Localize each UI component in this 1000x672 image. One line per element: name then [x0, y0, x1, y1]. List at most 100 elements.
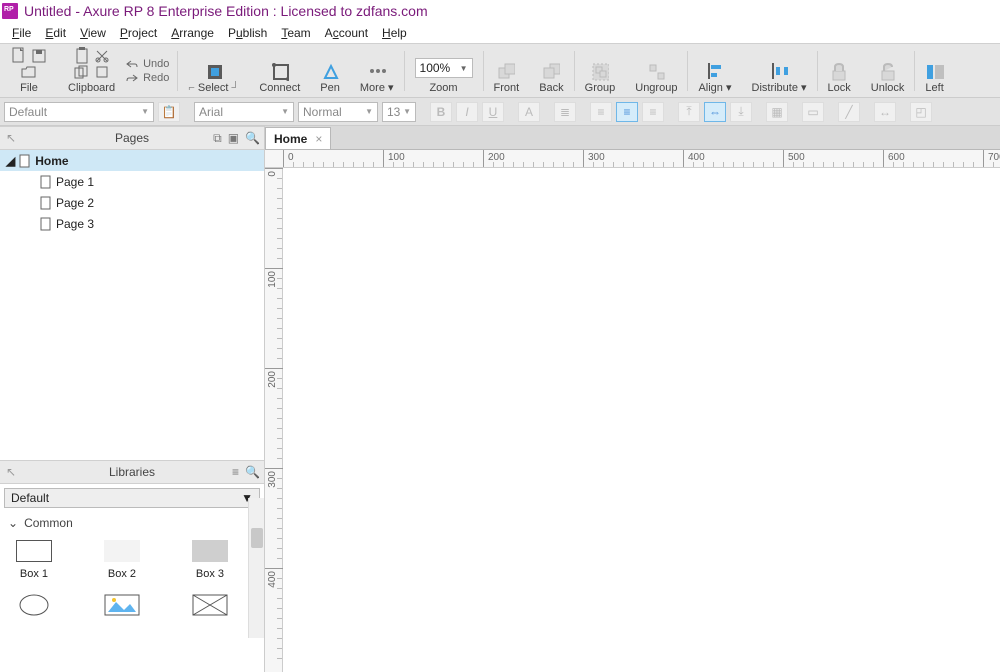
tb-front[interactable]: Front [484, 44, 530, 97]
paste-icon[interactable] [73, 48, 91, 64]
redo-button[interactable]: Redo [125, 72, 169, 84]
fill-button[interactable]: ▦ [766, 102, 788, 122]
size-combo[interactable]: 13▼ [382, 102, 416, 122]
widget-box-2[interactable]: Box 2 [92, 540, 152, 580]
menu-project[interactable]: Project [114, 24, 163, 42]
distribute-icon [770, 63, 788, 79]
menu-view[interactable]: View [74, 24, 112, 42]
tb-select[interactable]: ⌐ Select ┘ [178, 44, 249, 97]
valign-middle-button[interactable]: ⇔ [704, 102, 726, 122]
tb-distribute[interactable]: Distribute ▾ [742, 44, 817, 97]
library-menu-icon[interactable]: ≡ [232, 465, 239, 479]
search-pages-icon[interactable]: 🔍 [245, 131, 260, 146]
tb-lock[interactable]: Lock [818, 44, 861, 97]
font-combo[interactable]: Arial▼ [194, 102, 294, 122]
left-column: ↖ Pages ⧉ ▣ 🔍 ◢ Home Page 1 Page 2 [0, 126, 265, 672]
page-label: Page 3 [56, 217, 94, 231]
page-1[interactable]: Page 1 [0, 171, 264, 192]
tb-back[interactable]: Back [529, 44, 573, 97]
tb-unlock[interactable]: Unlock [861, 44, 915, 97]
page-home[interactable]: ◢ Home [0, 150, 264, 171]
arrow-button[interactable]: ↔ [874, 102, 896, 122]
canvas[interactable] [283, 168, 1000, 672]
close-tab-icon[interactable]: × [315, 132, 322, 146]
bold-button[interactable]: B [430, 102, 452, 122]
collapse-icon[interactable]: ↖ [6, 465, 16, 479]
italic-button[interactable]: I [456, 102, 478, 122]
new-file-icon[interactable] [10, 48, 28, 64]
pages-panel-title: Pages [115, 131, 149, 145]
group-icon [591, 64, 609, 80]
collapse-icon[interactable]: ↖ [6, 131, 16, 145]
widget-box-3[interactable]: Box 3 [180, 540, 240, 580]
chevron-down-icon: ⌄ [8, 516, 18, 530]
menu-team[interactable]: Team [275, 24, 316, 42]
tb-left[interactable]: Left [915, 44, 953, 97]
style-copy-button[interactable]: 📋 [158, 102, 180, 122]
horizontal-ruler: 0100200300400500600700 [265, 150, 1000, 168]
menu-publish[interactable]: Publish [222, 24, 273, 42]
page-3[interactable]: Page 3 [0, 213, 264, 234]
library-section-common[interactable]: ⌄Common [0, 512, 264, 534]
canvas-column: Home × 0100200300400500600700 0100200300… [265, 126, 1000, 672]
open-icon[interactable] [20, 64, 38, 80]
library-selector[interactable]: Default▼ [4, 488, 260, 508]
workspace: ↖ Pages ⧉ ▣ 🔍 ◢ Home Page 1 Page 2 [0, 126, 1000, 672]
tb-connect[interactable]: Connect [249, 44, 310, 97]
front-icon [497, 64, 515, 80]
page-icon [19, 154, 31, 168]
text-color-button[interactable]: A [518, 102, 540, 122]
tb-zoom: 100%▼ Zoom [405, 44, 483, 97]
tb-group-btn[interactable]: Group [575, 44, 626, 97]
library-scrollbar[interactable] [248, 498, 264, 638]
widget-box-1[interactable]: Box 1 [4, 540, 64, 580]
tb-clipboard-label: Clipboard [68, 82, 115, 94]
tab-label: Home [274, 132, 307, 146]
line-style-button[interactable]: ╱ [838, 102, 860, 122]
undo-button[interactable]: Undo [125, 58, 169, 70]
add-page-icon[interactable]: ⧉ [213, 131, 222, 146]
tb-file-label: File [20, 82, 38, 94]
align-left-button[interactable]: ≡ [590, 102, 612, 122]
lock-icon [830, 64, 848, 80]
valign-bottom-button[interactable]: ⤓ [730, 102, 752, 122]
widget-image[interactable] [92, 594, 152, 616]
tb-more[interactable]: More ▾ [350, 44, 404, 97]
cut-icon[interactable] [93, 48, 111, 64]
tb-pen[interactable]: Pen [310, 44, 350, 97]
expand-icon[interactable]: ◢ [6, 154, 15, 168]
align-right-button[interactable]: ≡ [642, 102, 664, 122]
copy-icon[interactable] [73, 64, 91, 80]
tb-ungroup[interactable]: Ungroup [625, 44, 687, 97]
paste-special-icon[interactable] [93, 64, 111, 80]
page-icon [40, 196, 52, 210]
menu-help[interactable]: Help [376, 24, 413, 42]
menu-account[interactable]: Account [319, 24, 374, 42]
menu-arrange[interactable]: Arrange [165, 24, 220, 42]
line-color-button[interactable]: ▭ [802, 102, 824, 122]
widget-ellipse[interactable] [4, 594, 64, 616]
page-label: Page 1 [56, 175, 94, 189]
weight-combo[interactable]: Normal▼ [298, 102, 378, 122]
tb-file-group: File [0, 44, 58, 97]
widget-placeholder[interactable] [180, 594, 240, 616]
zoom-combo[interactable]: 100%▼ [415, 58, 473, 78]
app-icon [2, 3, 18, 19]
save-icon[interactable] [30, 48, 48, 64]
search-library-icon[interactable]: 🔍 [245, 465, 260, 479]
corner-button[interactable]: ◰ [910, 102, 932, 122]
bullets-button[interactable]: ≣ [554, 102, 576, 122]
align-center-button[interactable]: ≡ [616, 102, 638, 122]
title-bar: Untitled - Axure RP 8 Enterprise Edition… [0, 0, 1000, 22]
tb-align[interactable]: Align ▾ [688, 44, 741, 97]
menu-edit[interactable]: Edit [39, 24, 72, 42]
valign-top-button[interactable]: ⤒ [678, 102, 700, 122]
add-folder-icon[interactable]: ▣ [228, 131, 239, 146]
page-2[interactable]: Page 2 [0, 192, 264, 213]
style-combo[interactable]: Default▼ [4, 102, 154, 122]
page-label: Home [35, 154, 68, 168]
canvas-tab-home[interactable]: Home × [265, 127, 331, 149]
underline-button[interactable]: U [482, 102, 504, 122]
menu-file[interactable]: File [6, 24, 37, 42]
library-grid: Box 1 Box 2 Box 3 [0, 534, 264, 622]
